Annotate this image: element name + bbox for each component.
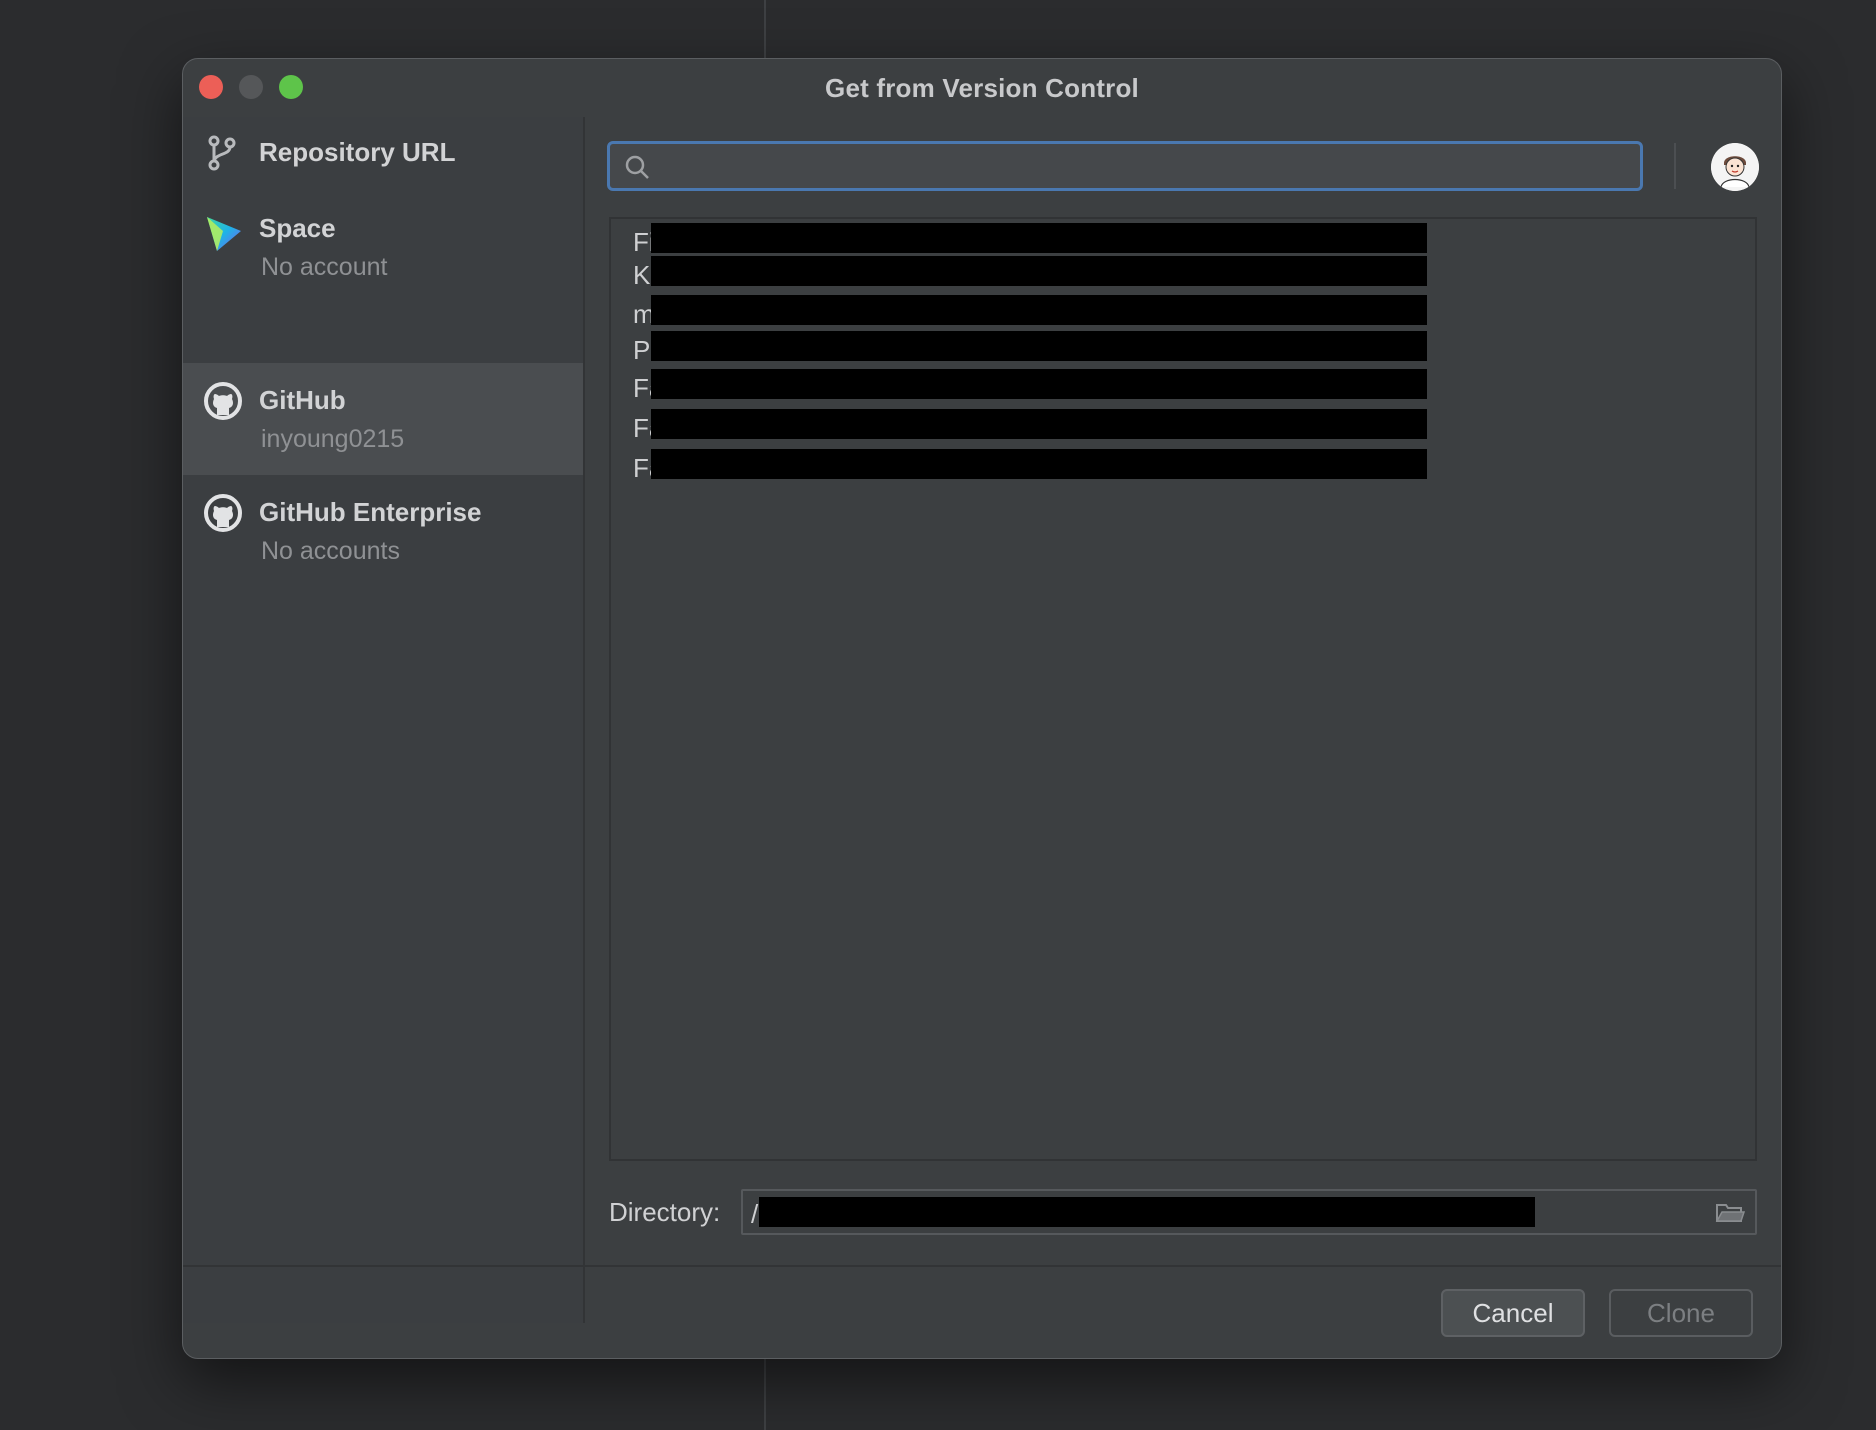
- list-item[interactable]: Fa: [633, 369, 1633, 405]
- redaction-bar: [651, 369, 1427, 399]
- vcs-source-sidebar: Repository URL Space No account GitHub i…: [183, 117, 583, 1323]
- sidebar-item-space[interactable]: Space No account: [183, 203, 583, 313]
- sidebar-item-sublabel: inyoung0215: [261, 425, 405, 453]
- clone-button[interactable]: Clone: [1609, 1289, 1753, 1337]
- repository-search-field[interactable]: [607, 141, 1643, 191]
- sidebar-item-github-enterprise[interactable]: GitHub Enterprise No accounts: [183, 475, 583, 587]
- list-item[interactable]: P: [633, 331, 1633, 367]
- sidebar-item-sublabel: No accounts: [261, 537, 400, 565]
- list-item[interactable]: Fa: [633, 409, 1633, 445]
- repository-name: K: [633, 260, 651, 290]
- background-divider-top: [764, 0, 766, 58]
- github-icon: [204, 494, 242, 532]
- avatar-image: [1711, 143, 1759, 191]
- list-item[interactable]: K: [633, 256, 1633, 292]
- jetbrains-space-icon: [207, 217, 241, 251]
- title-bar: Get from Version Control: [183, 59, 1781, 117]
- redaction-bar: [651, 256, 1427, 286]
- cancel-button[interactable]: Cancel: [1441, 1289, 1585, 1337]
- sidebar-item-sublabel: No account: [261, 253, 388, 281]
- sidebar-item-label: Repository URL: [259, 137, 456, 167]
- git-branch-icon: [208, 135, 236, 171]
- directory-path: /: [751, 1199, 759, 1229]
- redaction-bar: [651, 295, 1427, 325]
- github-icon: [204, 382, 242, 420]
- sidebar-item-repository-url[interactable]: Repository URL: [183, 117, 583, 189]
- directory-field[interactable]: /: [741, 1189, 1757, 1235]
- list-item[interactable]: m: [633, 295, 1633, 331]
- account-avatar[interactable]: [1711, 143, 1759, 191]
- search-input[interactable]: [660, 150, 1624, 186]
- sidebar-item-label: GitHub Enterprise: [259, 497, 482, 527]
- sidebar-item-github[interactable]: GitHub inyoung0215: [183, 363, 583, 475]
- search-icon: [625, 155, 649, 179]
- redaction-bar: [651, 223, 1427, 253]
- redaction-bar: [651, 409, 1427, 439]
- repository-name: P: [633, 335, 651, 365]
- redaction-bar: [759, 1197, 1535, 1227]
- sidebar-divider: [583, 117, 585, 1323]
- redaction-bar: [651, 331, 1427, 361]
- sidebar-item-label: GitHub: [259, 385, 346, 415]
- get-from-vcs-dialog: Get from Version Control Repository URL: [182, 58, 1782, 1359]
- list-item[interactable]: Fi: [633, 223, 1633, 259]
- background-divider-bottom: [764, 1356, 766, 1430]
- folder-icon[interactable]: [1715, 1201, 1745, 1225]
- sidebar-item-label: Space: [259, 213, 336, 243]
- dialog-title: Get from Version Control: [825, 73, 1139, 103]
- repository-list: Fi K m P Fa Fa Fa: [609, 217, 1757, 1161]
- list-item[interactable]: Fa: [633, 449, 1633, 485]
- directory-label: Directory:: [609, 1197, 721, 1227]
- footer-divider: [183, 1265, 1781, 1267]
- redaction-bar: [651, 449, 1427, 479]
- toolbar-separator: [1674, 143, 1676, 189]
